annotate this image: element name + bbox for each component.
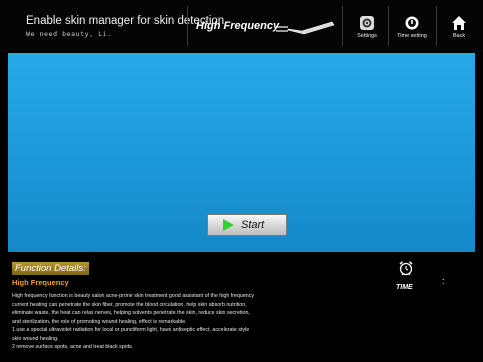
play-icon xyxy=(223,219,234,231)
time-label: TIME xyxy=(396,284,413,291)
header-bar: Enable skin manager for skin detection W… xyxy=(0,0,483,52)
alarm-clock-icon xyxy=(399,261,413,276)
description-line: and sterilization, the role of promoting… xyxy=(12,318,187,325)
home-icon xyxy=(452,16,466,30)
settings-label: Settings xyxy=(357,33,377,39)
time-setting-label: Time setting xyxy=(397,33,427,39)
mode-label: High Frequency xyxy=(196,20,280,32)
header-divider xyxy=(187,6,188,46)
function-description: High frequency function is beauty salon … xyxy=(12,292,332,352)
description-line: current heating can penetrate the skin f… xyxy=(12,301,247,308)
description-line: High frequency function is beauty salon … xyxy=(12,293,255,299)
function-name: High Frequency xyxy=(12,278,69,287)
header-divider xyxy=(342,6,343,46)
app-subtitle: We need beauty, Li. xyxy=(26,30,112,38)
description-line: eliminate waste, the heat can relax nerv… xyxy=(12,310,250,316)
gear-icon xyxy=(360,16,374,30)
app-title: Enable skin manager for skin detection xyxy=(26,15,225,27)
description-line: 1 use a special ultraviolet radiation fo… xyxy=(12,327,250,333)
description-line: skin wound healing. xyxy=(12,335,59,342)
back-label: Back xyxy=(452,33,466,39)
back-button[interactable]: Back xyxy=(438,10,480,46)
time-setting-button[interactable]: Time setting xyxy=(390,10,434,46)
description-line: 2 remove surface spots, acne and treat b… xyxy=(12,344,134,350)
header-divider xyxy=(436,6,437,46)
time-value: : xyxy=(442,276,445,286)
wand-icon xyxy=(276,21,335,35)
header-divider xyxy=(388,6,389,46)
timer-display: TIME : xyxy=(392,260,472,300)
start-button[interactable]: Start xyxy=(207,214,287,236)
start-label: Start xyxy=(241,219,265,231)
timer-icon xyxy=(405,16,419,30)
settings-button[interactable]: Settings xyxy=(346,10,388,46)
function-details-heading: Function Details: xyxy=(12,262,89,275)
